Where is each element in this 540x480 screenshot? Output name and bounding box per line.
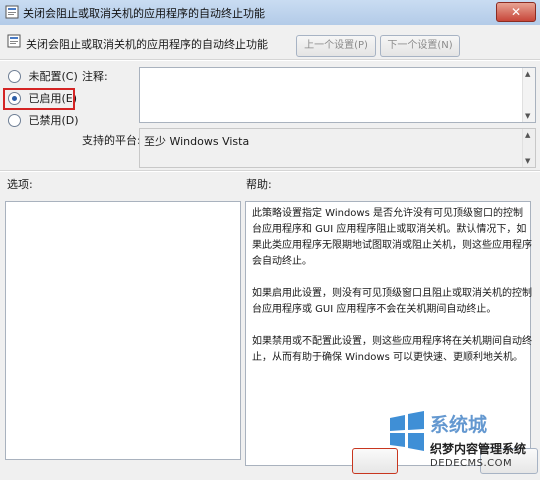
- comment-scrollbar[interactable]: ▲ ▼: [522, 68, 535, 122]
- options-panel: [5, 201, 241, 460]
- policy-icon: [5, 5, 19, 19]
- watermark-brand: 系统城: [430, 414, 488, 436]
- next-setting-label: 下一个设置(N): [387, 40, 453, 51]
- platform-scroll-down-icon[interactable]: ▼: [525, 157, 530, 165]
- supported-platform-value: 至少 Windows Vista: [144, 135, 250, 148]
- comment-textarea[interactable]: ▲ ▼: [139, 67, 536, 123]
- radio-disabled[interactable]: 已禁用(D): [8, 112, 79, 130]
- close-button[interactable]: ✕: [496, 2, 536, 22]
- windows-logo-icon: [390, 411, 424, 451]
- window-title: 关闭会阻止或取消关机的应用程序的自动终止功能: [23, 7, 265, 20]
- watermark: 系统城 织梦内容管理系统 DEDECMS.COM: [384, 398, 540, 480]
- highlight-frame: [3, 88, 75, 110]
- radio-disabled-button[interactable]: [8, 113, 21, 127]
- radio-not-configured-label: 未配置(C): [28, 70, 78, 83]
- radio-disabled-label: 已禁用(D): [28, 114, 79, 127]
- previous-setting-label: 上一个设置(P): [304, 40, 368, 51]
- comment-label: 注释:: [82, 70, 108, 83]
- scroll-up-icon[interactable]: ▲: [525, 70, 530, 78]
- previous-setting-button[interactable]: 上一个设置(P): [296, 35, 376, 57]
- policy-setting-icon: [7, 34, 21, 48]
- supported-platform-field: 至少 Windows Vista ▲ ▼: [139, 128, 536, 168]
- help-label: 帮助:: [246, 178, 272, 191]
- title-bar: 关闭会阻止或取消关机的应用程序的自动终止功能 ✕: [0, 0, 540, 26]
- supported-platform-label: 支持的平台:: [82, 134, 141, 147]
- help-paragraph: 如果启用此设置，则没有可见顶级窗口且阻止或取消关机的控制台应用程序或 GUI 应…: [252, 288, 532, 315]
- watermark-subtitle: 织梦内容管理系统: [430, 442, 527, 456]
- platform-scroll-up-icon[interactable]: ▲: [525, 131, 530, 139]
- help-text: 此策略设置指定 Windows 是否允许没有可见顶级窗口的控制台应用程序和 GU…: [252, 206, 532, 382]
- next-setting-button[interactable]: 下一个设置(N): [380, 35, 460, 57]
- platform-scrollbar[interactable]: ▲ ▼: [522, 129, 535, 167]
- options-label: 选项:: [7, 178, 33, 191]
- header-divider: [0, 59, 540, 61]
- help-paragraph: 如果禁用或不配置此设置，则这些应用程序将在关机期间自动终止，从而有助于确保 Wi…: [252, 336, 532, 363]
- watermark-url: DEDECMS.COM: [430, 458, 513, 469]
- radio-not-configured-button[interactable]: [8, 69, 21, 83]
- close-icon: ✕: [510, 5, 522, 19]
- help-paragraph: 此策略设置指定 Windows 是否允许没有可见顶级窗口的控制台应用程序和 GU…: [252, 208, 532, 267]
- radio-not-configured[interactable]: 未配置(C): [8, 68, 78, 86]
- policy-name: 关闭会阻止或取消关机的应用程序的自动终止功能: [26, 38, 268, 51]
- scroll-down-icon[interactable]: ▼: [525, 112, 530, 120]
- mid-divider: [0, 170, 540, 172]
